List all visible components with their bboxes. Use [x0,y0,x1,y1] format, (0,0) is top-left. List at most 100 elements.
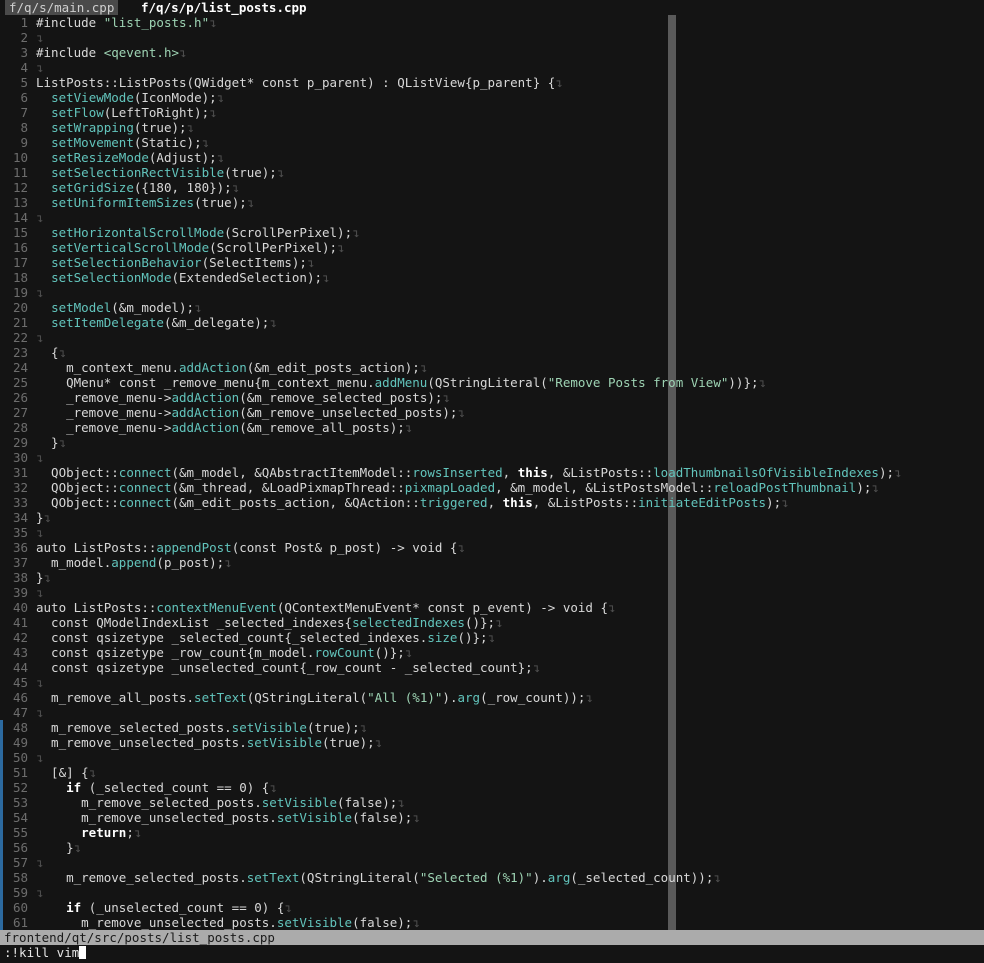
code-line[interactable]: 39 ↴ [0,585,984,600]
eol-marker: ↴ [457,405,465,420]
code-line[interactable]: 51 [&] {↴ [0,765,984,780]
code-token: addAction [179,360,247,375]
code-token: setGridSize [51,180,134,195]
code-token: (_selected_count == 0) { [81,780,270,795]
code-token: ))}; [728,375,759,390]
eol-marker: ↴ [43,570,52,585]
code-line[interactable]: 33 QObject::connect(&m_edit_posts_action… [0,495,984,510]
code-line[interactable]: 29 }↴ [0,435,984,450]
code-line[interactable]: 12 setGridSize({180, 180});↴ [0,180,984,195]
code-line[interactable]: 41 const QModelIndexList _selected_index… [0,615,984,630]
code-line[interactable]: 56 }↴ [0,840,984,855]
code-line[interactable]: 32 QObject::connect(&m_thread, &LoadPixm… [0,480,984,495]
code-token: connect [118,465,172,480]
code-line[interactable]: 54 m_remove_unselected_posts.setVisible(… [0,810,984,825]
code-line[interactable]: 34}↴ [0,510,984,525]
code-line[interactable]: 58 m_remove_selected_posts.setText(QStri… [0,870,984,885]
code-token: _remove_menu-> [36,390,172,405]
code-line[interactable]: 28 _remove_menu->addAction(&m_remove_all… [0,420,984,435]
line-number: 56 [12,840,28,855]
line-number: 55 [12,825,28,840]
code-line[interactable]: 18 setSelectionMode(ExtendedSelection);↴ [0,270,984,285]
line-number: 48 [12,720,28,735]
code-line[interactable]: 48 m_remove_selected_posts.setVisible(tr… [0,720,984,735]
code-line[interactable]: 5 ListPosts::ListPosts(QWidget* const p_p… [0,75,984,90]
code-line[interactable]: 9 setMovement(Static);↴ [0,135,984,150]
code-line[interactable]: 42 const qsizetype _selected_count{_sele… [0,630,984,645]
code-line[interactable]: 31 QObject::connect(&m_model, &QAbstract… [0,465,984,480]
line-number: 5 [20,75,28,90]
editor-buffer[interactable]: 1 #include "list_posts.h"↴ 2 ↴ 3 #include <qe… [0,15,984,930]
code-line[interactable]: 26 _remove_menu->addAction(&m_remove_sel… [0,390,984,405]
eol-marker: ↴ [404,645,413,660]
code-line[interactable]: 10 setResizeMode(Adjust);↴ [0,150,984,165]
code-line[interactable]: 15 setHorizontalScrollMode(ScrollPerPixe… [0,225,984,240]
eol-marker: ↴ [36,885,44,900]
code-line[interactable]: 47 ↴ [0,705,984,720]
code-line[interactable]: 61 m_remove_unselected_posts.setVisible(… [0,915,984,930]
code-line[interactable]: 3 #include <qevent.h>↴ [0,45,984,60]
code-token: appendPost [156,540,232,555]
code-line[interactable]: 27 _remove_menu->addAction(&m_remove_uns… [0,405,984,420]
code-text: #include "list_posts.h" [36,15,209,30]
code-line[interactable]: 17 setSelectionBehavior(SelectItems);↴ [0,255,984,270]
code-line[interactable]: 19 ↴ [0,285,984,300]
code-line[interactable]: 37 m_model.append(p_post);↴ [0,555,984,570]
code-line[interactable]: 6 setViewMode(IconMode);↴ [0,90,984,105]
code-line[interactable]: 60 if (_unselected_count == 0) {↴ [0,900,984,915]
command-line[interactable]: :!kill vim [0,945,984,963]
code-line[interactable]: 21 setItemDelegate(&m_delegate);↴ [0,315,984,330]
eol-marker: ↴ [457,540,465,555]
code-line[interactable]: 36 auto ListPosts::appendPost(const Post&… [0,540,984,555]
command-text: :!kill vim [4,945,80,960]
code-line[interactable]: 40 auto ListPosts::contextMenuEvent(QCont… [0,600,984,615]
eol-marker: ↴ [374,735,383,750]
code-line[interactable]: 14 ↴ [0,210,984,225]
line-number: 34 [12,510,28,525]
code-text: setItemDelegate(&m_delegate); [36,315,269,330]
code-line[interactable]: 46 m_remove_all_posts.setText(QStringLit… [0,690,984,705]
tab-main-cpp[interactable]: f/q/s/main.cpp [5,0,119,15]
code-line[interactable]: 49 m_remove_unselected_posts.setVisible(… [0,735,984,750]
code-line[interactable]: 16 setVerticalScrollMode(ScrollPerPixel)… [0,240,984,255]
code-line[interactable]: 52 if (_selected_count == 0) {↴ [0,780,984,795]
eol-marker: ↴ [487,630,496,645]
code-token: reloadPostThumbnail [713,480,857,495]
line-number: 12 [12,180,28,195]
code-line[interactable]: 23 {↴ [0,345,984,360]
code-token: pixmapLoaded [404,480,496,495]
eol-marker: ↴ [442,390,450,405]
code-line[interactable]: 53 m_remove_selected_posts.setVisible(fa… [0,795,984,810]
line-number: 24 [12,360,28,375]
code-line[interactable]: 4 ↴ [0,60,984,75]
code-line[interactable]: 20 setModel(&m_model);↴ [0,300,984,315]
code-line[interactable]: 30 ↴ [0,450,984,465]
code-line[interactable]: 38}↴ [0,570,984,585]
tabline: f/q/s/main.cpp f/q/s/p/list_posts.cpp [0,0,984,15]
code-text: _remove_menu->addAction(&m_remove_unsele… [36,405,457,420]
code-line[interactable]: 50 ↴ [0,750,984,765]
code-line[interactable]: 59 ↴ [0,885,984,900]
code-line[interactable]: 57 ↴ [0,855,984,870]
tab-list-posts-cpp[interactable]: f/q/s/p/list_posts.cpp [137,0,311,15]
eol-marker: ↴ [58,435,67,450]
code-line[interactable]: 44 const qsizetype _unselected_count{_ro… [0,660,984,675]
code-line[interactable]: 25 QMenu* const _remove_menu{m_context_m… [0,375,984,390]
code-line[interactable]: 11 setSelectionRectVisible(true);↴ [0,165,984,180]
code-line[interactable]: 13 setUniformItemSizes(true);↴ [0,195,984,210]
code-line[interactable]: 35 ↴ [0,525,984,540]
code-line[interactable]: 22 ↴ [0,330,984,345]
code-line[interactable]: 43 const qsizetype _row_count{m_model.ro… [0,645,984,660]
code-line[interactable]: 24 m_context_menu.addAction(&m_edit_post… [0,360,984,375]
code-line[interactable]: 55 return;↴ [0,825,984,840]
code-line[interactable]: 7 setFlow(LeftToRight);↴ [0,105,984,120]
code-line[interactable]: 1 #include "list_posts.h"↴ [0,15,984,30]
code-line[interactable]: 2 ↴ [0,30,984,45]
code-text: setWrapping(true); [36,120,186,135]
code-line[interactable]: 8 setWrapping(true);↴ [0,120,984,135]
code-token: ()}; [457,630,488,645]
code-token: #include [36,15,104,30]
code-line[interactable]: 45 ↴ [0,675,984,690]
code-token: auto ListPosts:: [36,540,157,555]
